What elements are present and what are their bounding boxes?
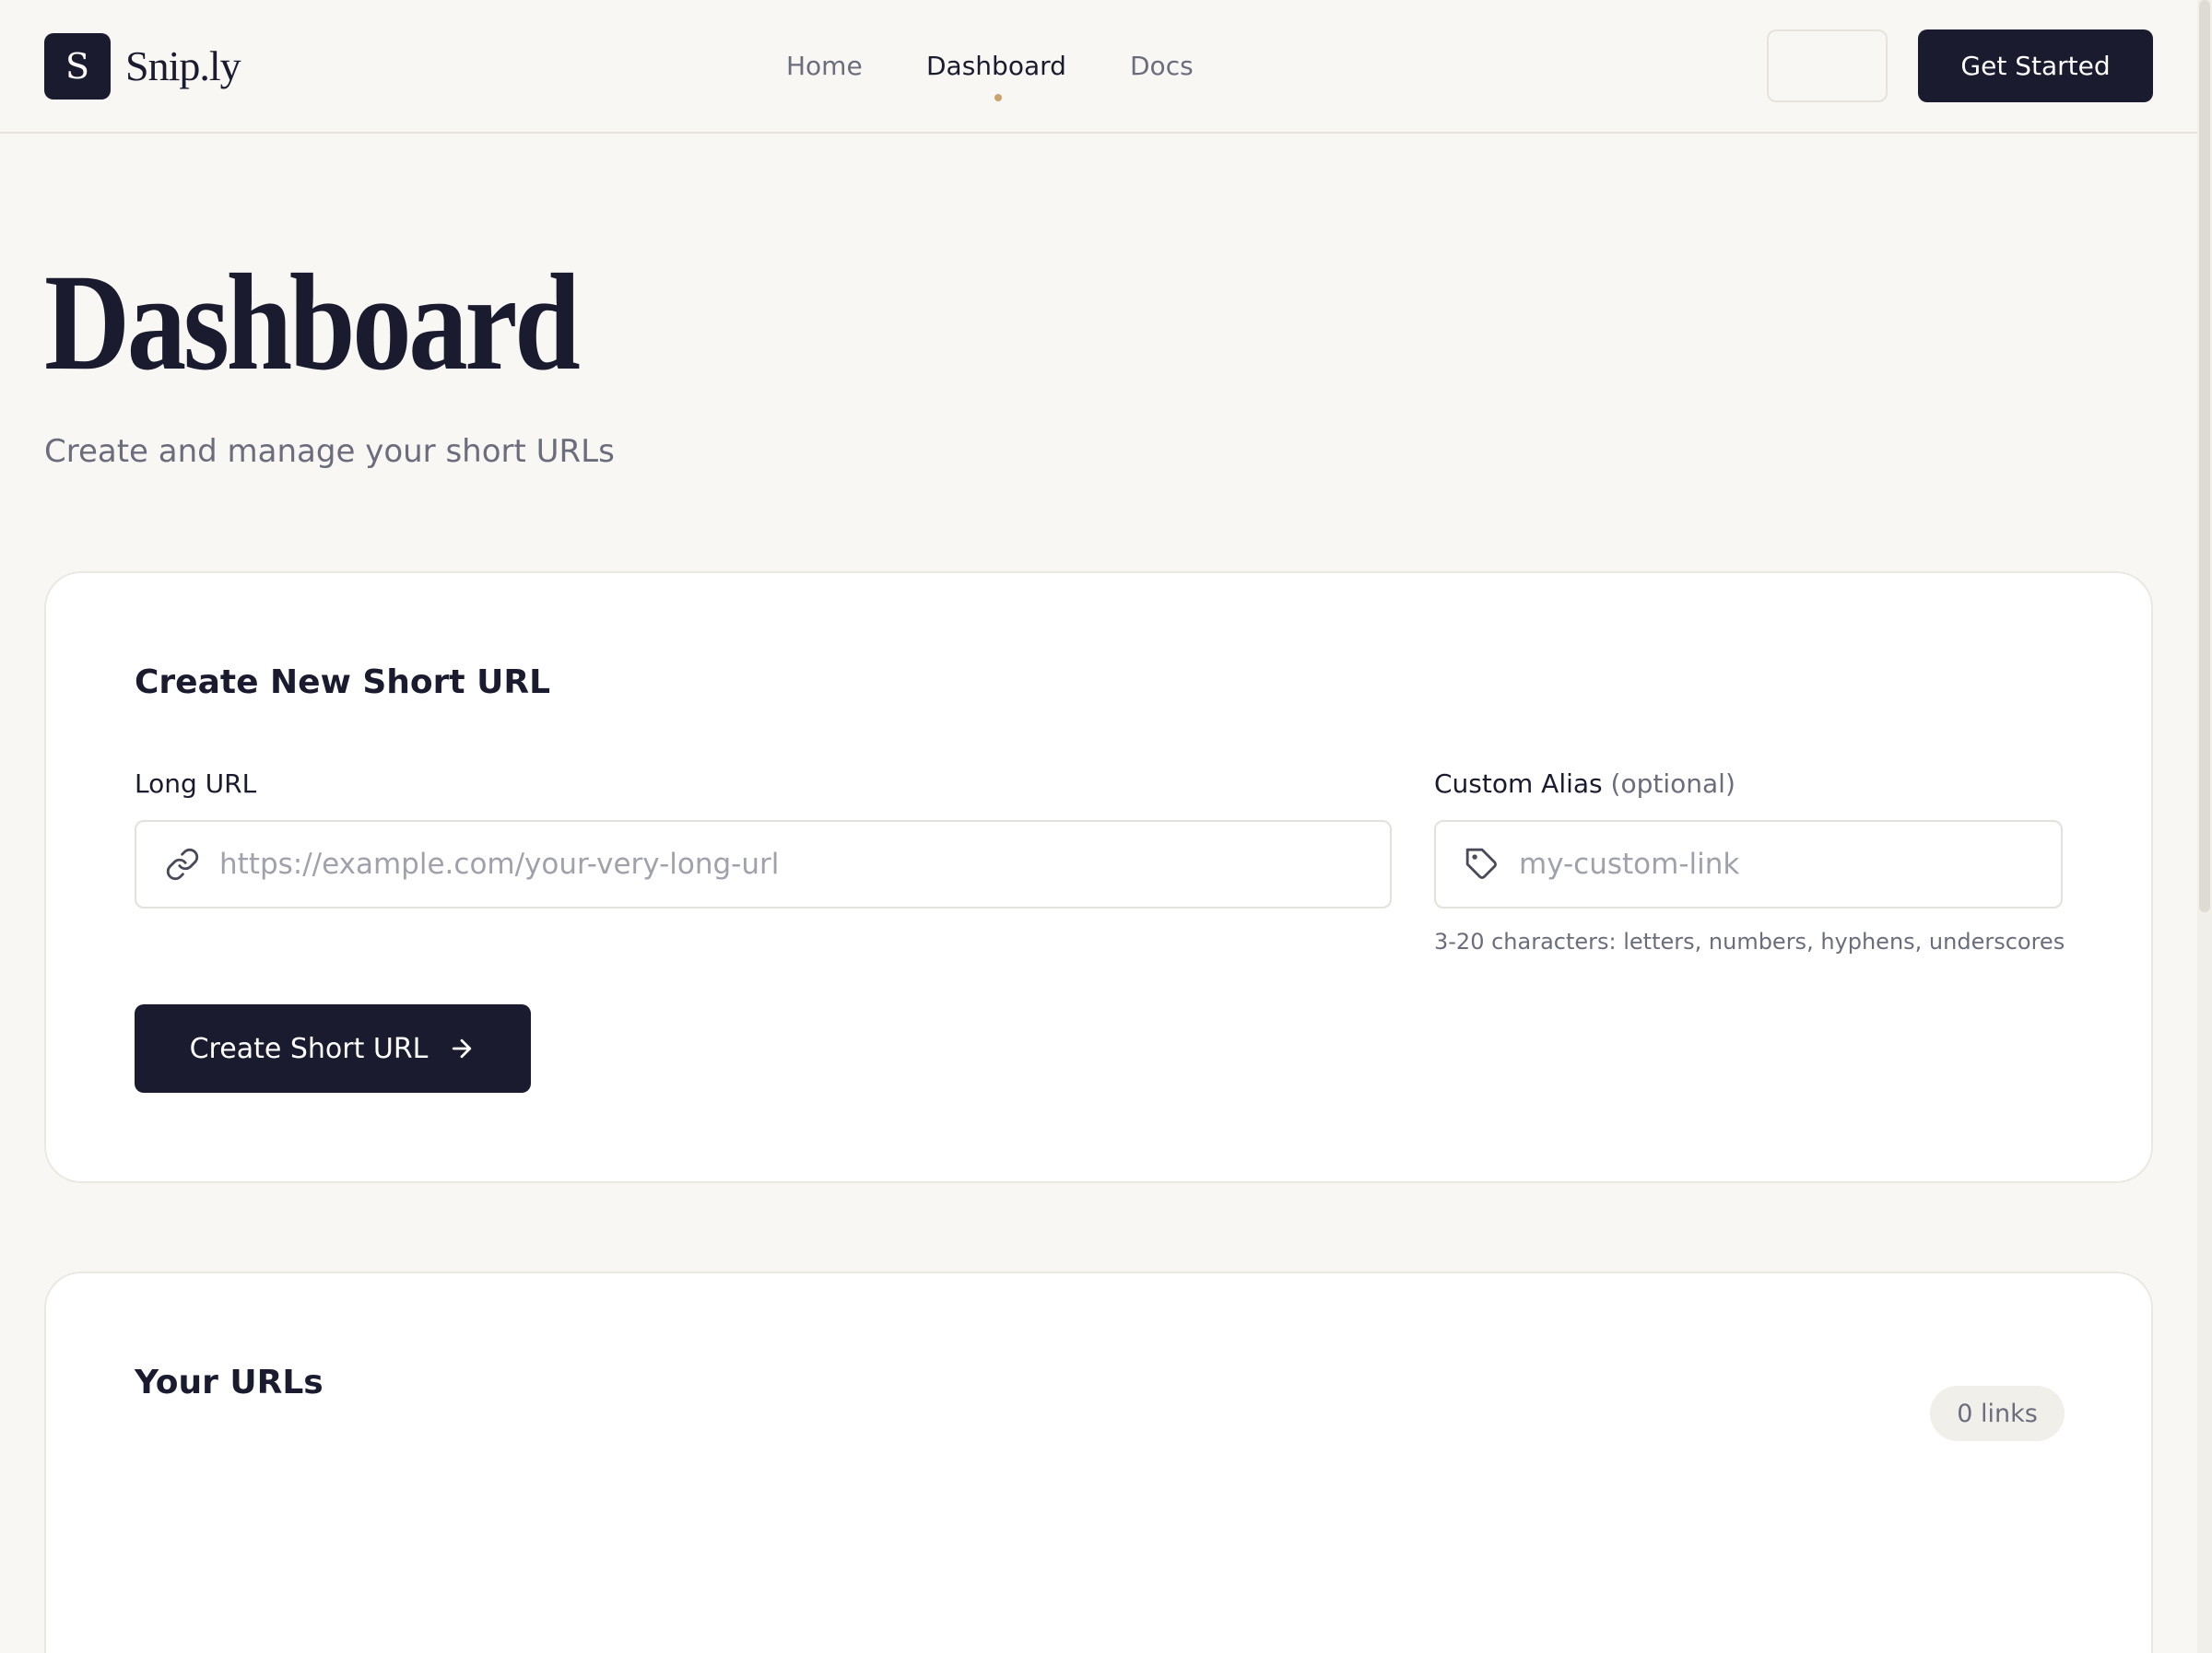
- arrow-right-icon: [448, 1035, 476, 1062]
- create-card-title: Create New Short URL: [135, 663, 551, 701]
- top-navbar: S Snip.ly Home Dashboard Docs Get Starte…: [0, 0, 2197, 134]
- nav-docs[interactable]: Docs: [1130, 37, 1194, 96]
- tag-icon: [1464, 846, 1500, 883]
- create-short-url-button[interactable]: Create Short URL: [135, 1004, 531, 1093]
- get-started-button[interactable]: Get Started: [1918, 29, 2153, 102]
- your-urls-title: Your URLs: [135, 1364, 324, 1401]
- nav-home[interactable]: Home: [786, 37, 863, 96]
- logo-mark[interactable]: S: [44, 33, 111, 100]
- brand-name[interactable]: Snip.ly: [125, 37, 241, 96]
- page-subtitle: Create and manage your short URLs: [44, 433, 615, 470]
- page-title: Dashboard: [44, 246, 581, 399]
- nav-dashboard[interactable]: Dashboard: [926, 37, 1066, 96]
- custom-alias-field[interactable]: [1434, 820, 2063, 909]
- links-count-badge: 0 links: [1930, 1386, 2065, 1441]
- custom-alias-label-text: Custom Alias: [1434, 768, 1603, 799]
- custom-alias-label: Custom Alias (optional): [1434, 768, 1735, 799]
- long-url-input[interactable]: [219, 837, 1390, 892]
- long-url-label: Long URL: [135, 768, 257, 799]
- create-button-label: Create Short URL: [189, 1032, 429, 1065]
- long-url-field[interactable]: [135, 820, 1392, 909]
- create-url-card: Create New Short URL Long URL Custom Ali…: [44, 571, 2153, 1183]
- optional-text: (optional): [1610, 768, 1735, 799]
- secondary-header-button[interactable]: [1767, 29, 1888, 102]
- alias-hint: 3-20 characters: letters, numbers, hyphe…: [1434, 929, 2065, 955]
- link-icon: [164, 846, 201, 883]
- scrollbar-thumb[interactable]: [2199, 0, 2210, 912]
- custom-alias-input[interactable]: [1519, 837, 2061, 892]
- active-nav-indicator: [994, 94, 1002, 101]
- your-urls-card: Your URLs 0 links: [44, 1272, 2153, 1653]
- page: S Snip.ly Home Dashboard Docs Get Starte…: [0, 0, 2212, 1653]
